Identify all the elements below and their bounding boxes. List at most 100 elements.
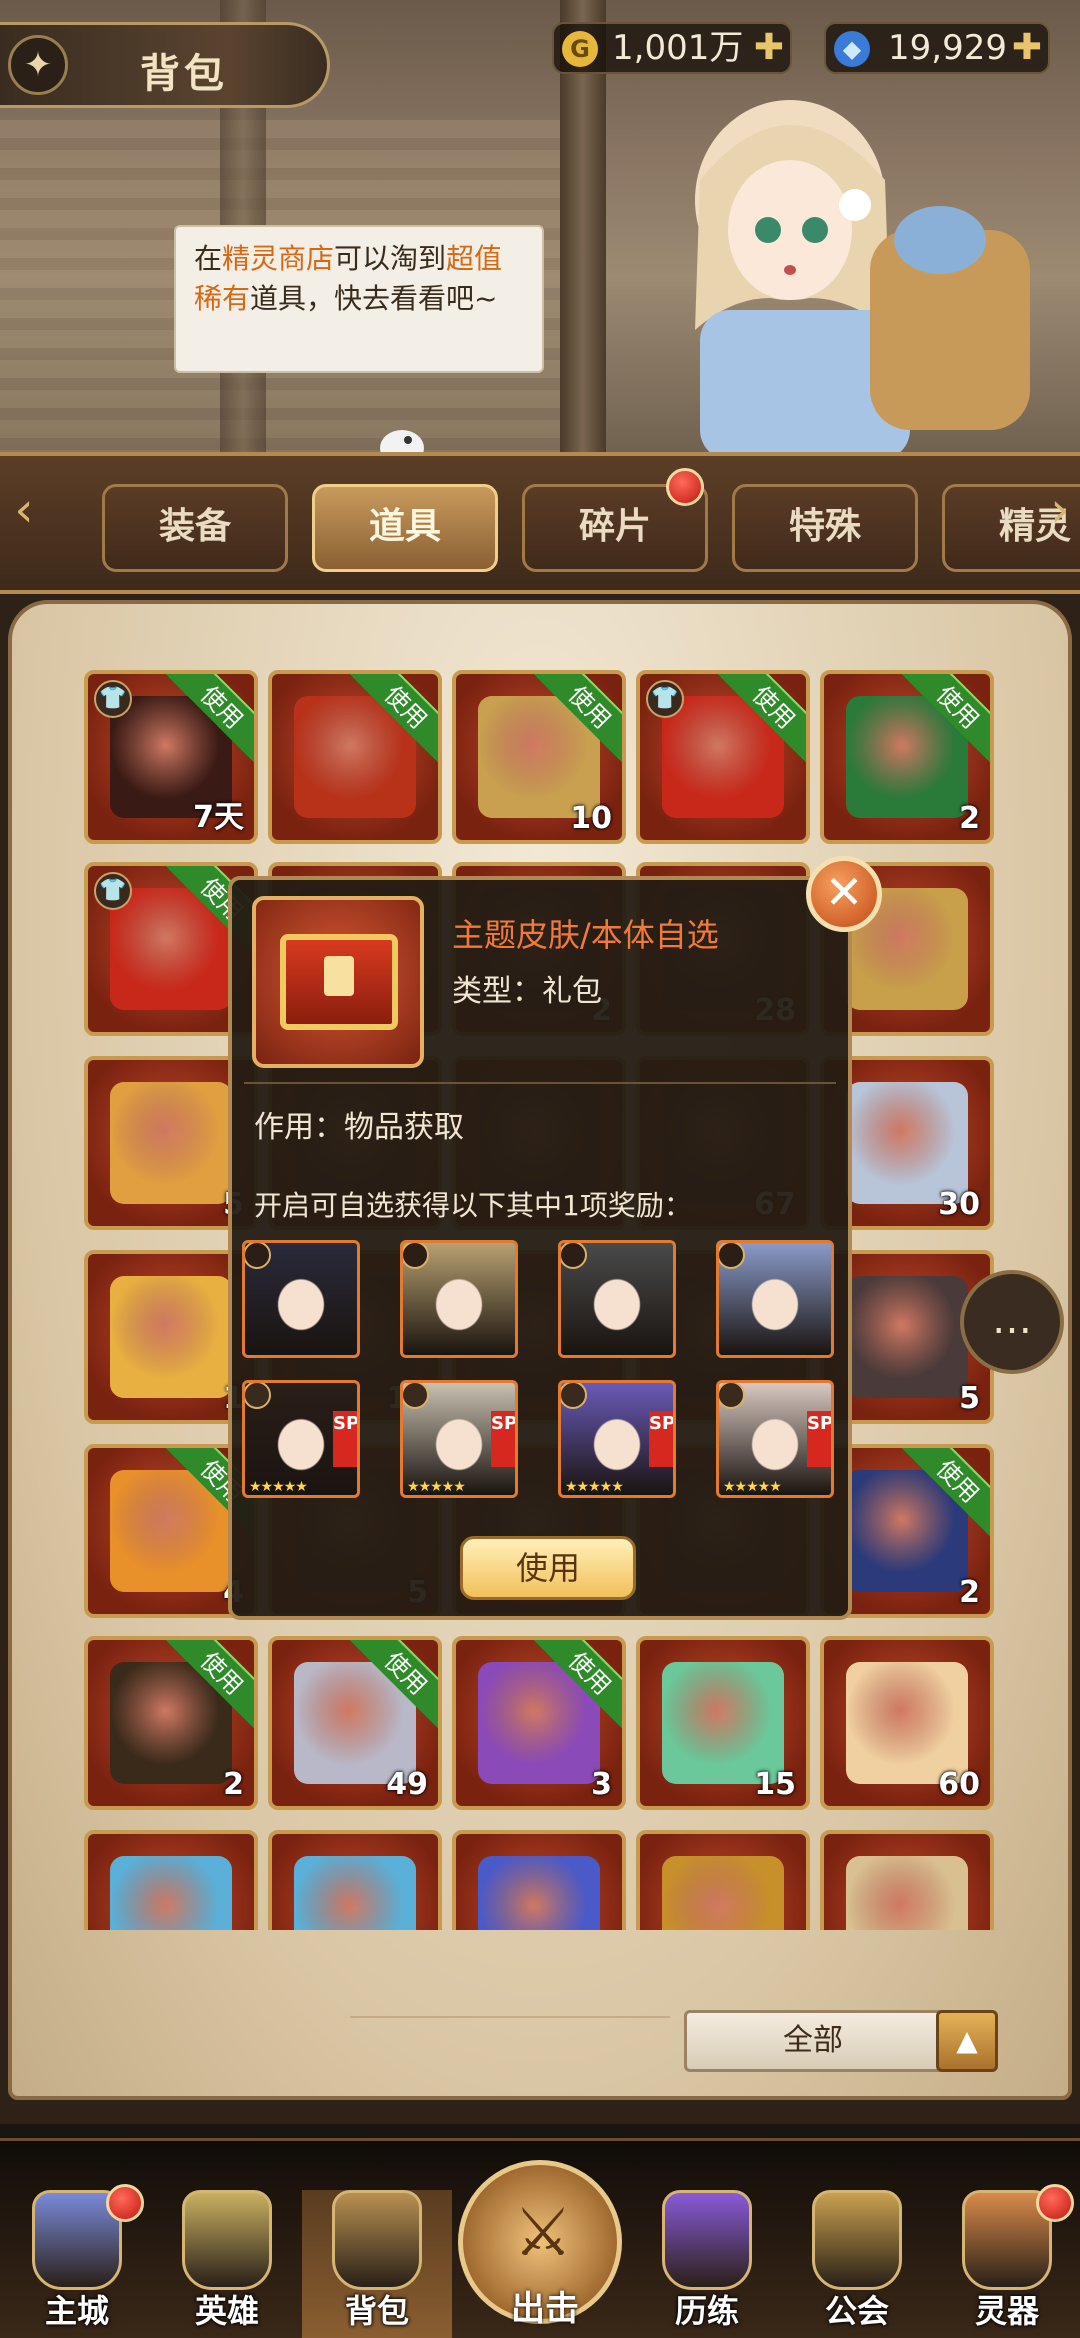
reward-hero-card[interactable] <box>716 1240 834 1358</box>
tab-left-arrow-icon[interactable]: ‹ <box>4 470 44 550</box>
tip-bubble: 在精灵商店可以淘到超值稀有道具，快去看看吧~ <box>174 225 544 373</box>
tab-right-arrow-icon[interactable]: › <box>1040 470 1080 550</box>
nav-item-6[interactable]: 灵器 <box>932 2184 1080 2338</box>
nav-label: 灵器 <box>974 2292 1039 2330</box>
reward-hero-card[interactable]: SP ★★★★★ <box>400 1380 518 1498</box>
nav-label: 英雄 <box>194 2292 259 2330</box>
item-count: 49 <box>386 1767 428 1802</box>
nav-emblem-icon <box>332 2190 422 2290</box>
item-count: 2 <box>223 1767 244 1802</box>
item-effect: 作用：物品获取 <box>254 1110 464 1145</box>
chat-bubble-icon[interactable]: … <box>960 1270 1064 1374</box>
star-rating: ★★★★★ <box>249 1479 308 1495</box>
tab-equipment[interactable]: 装备 <box>102 484 288 572</box>
item-count: 2 <box>959 801 980 836</box>
reward-hero-card[interactable]: SP ★★★★★ <box>716 1380 834 1498</box>
use-button[interactable]: 使用 <box>460 1536 636 1600</box>
notification-dot <box>666 468 704 506</box>
filter-arrow-up-icon[interactable]: ▲ <box>936 2010 998 2072</box>
inventory-slot[interactable]: 使用 <box>268 670 442 844</box>
nav-emblem-icon <box>182 2190 272 2290</box>
tab-items[interactable]: 道具 <box>312 484 498 572</box>
inventory-slot[interactable]: 90 <box>452 1830 626 1930</box>
inventory-slot[interactable]: 使用 2 <box>84 1636 258 1810</box>
item-crystal-icon <box>846 1082 968 1204</box>
sp-tag: SP <box>649 1411 673 1467</box>
item-prism-icon <box>846 1662 968 1784</box>
reward-hero-card[interactable] <box>242 1240 360 1358</box>
inventory-slot[interactable]: 60 <box>820 1636 994 1810</box>
item-count: 5 <box>959 1381 980 1416</box>
item-count: 2 <box>959 1575 980 1610</box>
add-gold-icon[interactable]: ✚ <box>754 28 784 68</box>
filter-value: 全部 <box>783 2023 843 2058</box>
item-star-icon <box>110 1856 232 1930</box>
reward-hero-card[interactable]: SP ★★★★★ <box>558 1380 676 1498</box>
nav-item-5[interactable]: 公会 <box>782 2190 932 2338</box>
skin-badge-icon <box>403 1243 429 1269</box>
gold-counter: G 1,001万 ✚ <box>552 22 792 74</box>
inventory-slot[interactable]: 👕 使用 7天 <box>84 670 258 844</box>
inventory-slot[interactable]: 👕 使用 <box>636 670 810 844</box>
gold-amount: 1,001万 <box>612 28 744 68</box>
back-star-icon[interactable]: ✦ <box>8 35 68 95</box>
reward-hero-card[interactable] <box>400 1240 518 1358</box>
nav-label: 公会 <box>824 2292 889 2330</box>
nav-item-4[interactable]: 历练 <box>632 2190 782 2338</box>
nav-emblem-icon <box>662 2190 752 2290</box>
inventory-slot[interactable]: 使用 2 <box>820 670 994 844</box>
skin-badge-icon: 👕 <box>94 680 132 718</box>
item-description: 开启可自选获得以下其中1项奖励： <box>254 1189 692 1222</box>
diamond-icon: ◆ <box>834 31 870 67</box>
notification-dot <box>1036 2184 1074 2222</box>
star-rating: ★★★★★ <box>565 1479 624 1495</box>
filter-select[interactable]: 全部 ▲ <box>684 2010 998 2072</box>
inventory-slot[interactable]: 使用 10 <box>452 670 626 844</box>
sp-tag: SP <box>491 1411 515 1467</box>
inventory-slot[interactable]: 15 <box>636 1636 810 1810</box>
item-count: 7天 <box>193 800 244 835</box>
popup-divider <box>244 1082 836 1084</box>
faction-badge-icon <box>245 1383 271 1409</box>
item-count: 3 <box>591 1767 612 1802</box>
reward-hero-card[interactable] <box>558 1240 676 1358</box>
item-type: 类型：礼包 <box>452 974 602 1009</box>
inventory-slot[interactable] <box>636 1830 810 1930</box>
inventory-slot[interactable]: 5 <box>820 1830 994 1930</box>
gem-counter: ◆ 19,929 ✚ <box>824 22 1050 74</box>
item-count: 60 <box>938 1767 980 1802</box>
reward-hero-card[interactable]: SP ★★★★★ <box>242 1380 360 1498</box>
item-egg-icon <box>110 1082 232 1204</box>
inventory-slot[interactable]: 使用 3 <box>452 1636 626 1810</box>
nav-item-1[interactable]: 英雄 <box>152 2190 302 2338</box>
sp-tag: SP <box>333 1411 357 1467</box>
page-title: 背包 <box>140 51 228 97</box>
faction-badge-icon <box>719 1383 745 1409</box>
nav-emblem-icon <box>812 2190 902 2290</box>
ornament-divider <box>350 2016 670 2036</box>
skin-badge-icon <box>561 1243 587 1269</box>
nav-label: 主城 <box>44 2292 109 2330</box>
inventory-slot[interactable]: 501 <box>84 1830 258 1930</box>
notification-dot <box>106 2184 144 2222</box>
add-gem-icon[interactable]: ✚ <box>1012 28 1042 68</box>
skin-badge-icon <box>719 1243 745 1269</box>
tab-special[interactable]: 特殊 <box>732 484 918 572</box>
item-gem-icon <box>662 1662 784 1784</box>
item-count: 30 <box>938 1187 980 1222</box>
skin-badge-icon: 👕 <box>94 872 132 910</box>
item-scroll-icon <box>846 1856 968 1930</box>
star-rating: ★★★★★ <box>723 1479 782 1495</box>
nav-item-2[interactable]: 背包 <box>302 2190 452 2338</box>
inventory-slot[interactable]: 2,000 <box>268 1830 442 1930</box>
skin-badge-icon: 👕 <box>646 680 684 718</box>
inventory-slot[interactable]: 使用 49 <box>268 1636 442 1810</box>
gold-coin-icon: G <box>562 31 598 67</box>
nav-battle[interactable]: ⚔ 出击 <box>458 2160 622 2329</box>
close-icon[interactable]: ✕ <box>806 856 882 932</box>
item-count: 10 <box>570 801 612 836</box>
nav-item-0[interactable]: 主城 <box>2 2184 152 2338</box>
gem-amount: 19,929 <box>888 28 1007 68</box>
item-count: 15 <box>754 1767 796 1802</box>
item-star-icon <box>294 1856 416 1930</box>
